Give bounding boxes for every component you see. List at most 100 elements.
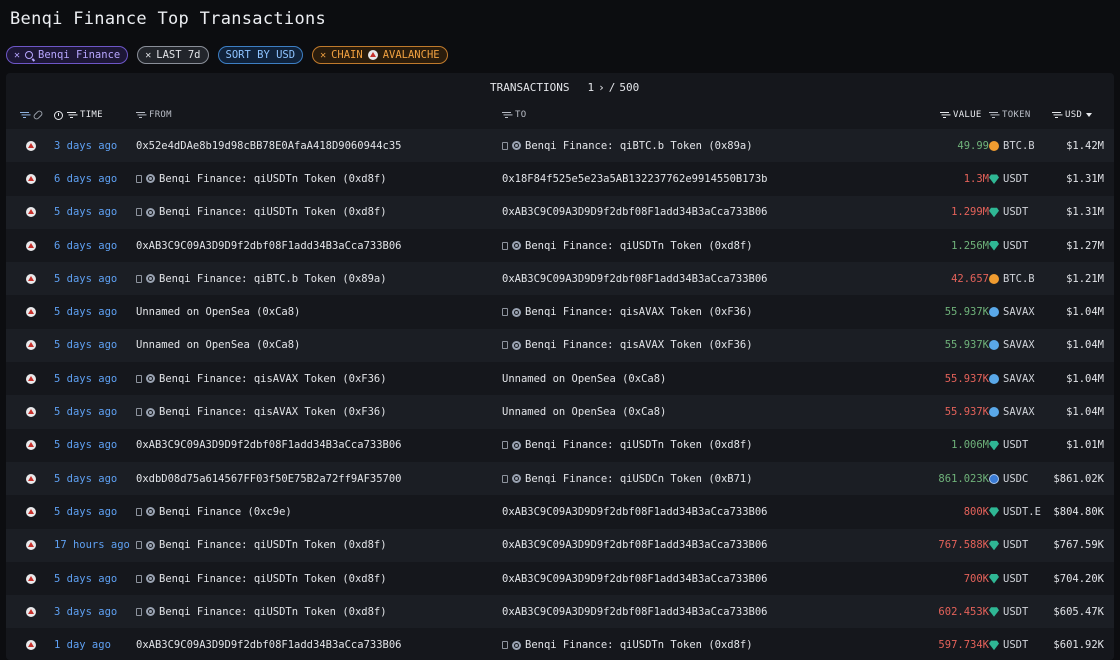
- to-address[interactable]: 0xAB3C9C09A3D9D9f2dbf08F1add34B3aCca733B…: [502, 506, 768, 518]
- table-row[interactable]: 5 days ago Benqi Finance (0xc9e) 0xAB3C9…: [6, 495, 1114, 529]
- table-row[interactable]: 5 days ago 0xAB3C9C09A3D9D9f2dbf08F1add3…: [6, 428, 1114, 462]
- from-address[interactable]: Benqi Finance: qisAVAX Token (0xF36): [159, 406, 387, 418]
- token-cell[interactable]: SAVAX: [989, 295, 1035, 328]
- to-address[interactable]: Benqi Finance: qiUSDCn Token (0xB71): [525, 473, 753, 485]
- to-address[interactable]: Benqi Finance: qiUSDTn Token (0xd8f): [525, 639, 753, 651]
- time-cell[interactable]: 5 days ago: [54, 495, 117, 528]
- from-cell[interactable]: 0xAB3C9C09A3D9D9f2dbf08F1add34B3aCca733B…: [136, 628, 402, 660]
- to-address[interactable]: Benqi Finance: qisAVAX Token (0xF36): [525, 306, 753, 318]
- filter-icon[interactable]: [940, 112, 949, 118]
- sort-filter-chip[interactable]: SORT BY USD: [217, 46, 304, 64]
- document-icon[interactable]: [136, 374, 142, 383]
- document-icon[interactable]: [502, 641, 508, 650]
- time-cell[interactable]: 6 days ago: [54, 229, 117, 262]
- time-cell[interactable]: 5 days ago: [54, 362, 117, 395]
- from-cell[interactable]: 0xAB3C9C09A3D9D9f2dbf08F1add34B3aCca733B…: [136, 229, 402, 262]
- from-cell[interactable]: Benqi Finance: qiUSDTn Token (0xd8f): [136, 562, 387, 595]
- document-icon[interactable]: [502, 241, 508, 250]
- document-icon[interactable]: [136, 408, 142, 417]
- from-address[interactable]: Benqi Finance: qiUSDTn Token (0xd8f): [159, 173, 387, 185]
- to-address[interactable]: 0xAB3C9C09A3D9D9f2dbf08F1add34B3aCca733B…: [502, 573, 768, 585]
- header-token[interactable]: TOKEN: [989, 110, 1031, 120]
- from-address[interactable]: Benqi Finance: qisAVAX Token (0xF36): [159, 373, 387, 385]
- table-row[interactable]: 3 days ago Benqi Finance: qiUSDTn Token …: [6, 595, 1114, 629]
- token-cell[interactable]: BTC.B: [989, 129, 1035, 162]
- token-cell[interactable]: USDT: [989, 628, 1028, 660]
- from-address[interactable]: 0xAB3C9C09A3D9D9f2dbf08F1add34B3aCca733B…: [136, 240, 402, 252]
- time-cell[interactable]: 6 days ago: [54, 162, 117, 195]
- to-address[interactable]: 0xAB3C9C09A3D9D9f2dbf08F1add34B3aCca733B…: [502, 273, 768, 285]
- time-cell[interactable]: 1 day ago: [54, 628, 111, 660]
- table-row[interactable]: 5 days ago Unnamed on OpenSea (0xCa8) Be…: [6, 328, 1114, 363]
- table-row[interactable]: 5 days ago 0xdbD08d75a614567FF03f50E75B2…: [6, 461, 1114, 496]
- time-link[interactable]: 5 days ago: [54, 573, 117, 585]
- time-link[interactable]: 5 days ago: [54, 439, 117, 451]
- table-row[interactable]: 5 days ago Benqi Finance: qisAVAX Token …: [6, 362, 1114, 396]
- to-address[interactable]: Benqi Finance: qiUSDTn Token (0xd8f): [525, 439, 753, 451]
- from-address[interactable]: 0xAB3C9C09A3D9D9f2dbf08F1add34B3aCca733B…: [136, 439, 402, 451]
- from-cell[interactable]: Benqi Finance (0xc9e): [136, 495, 292, 528]
- time-cell[interactable]: 3 days ago: [54, 595, 117, 628]
- to-address[interactable]: Unnamed on OpenSea (0xCa8): [502, 373, 666, 385]
- document-icon[interactable]: [502, 441, 508, 450]
- table-row[interactable]: 5 days ago Benqi Finance: qiUSDTn Token …: [6, 195, 1114, 229]
- to-cell[interactable]: Benqi Finance: qiUSDTn Token (0xd8f): [502, 628, 753, 660]
- document-icon[interactable]: [502, 308, 508, 317]
- time-cell[interactable]: 3 days ago: [54, 129, 117, 162]
- from-cell[interactable]: Benqi Finance: qiUSDTn Token (0xd8f): [136, 529, 387, 562]
- from-address[interactable]: Benqi Finance: qiUSDTn Token (0xd8f): [159, 606, 387, 618]
- time-link[interactable]: 17 hours ago: [54, 539, 130, 551]
- time-link[interactable]: 5 days ago: [54, 373, 117, 385]
- to-cell[interactable]: Benqi Finance: qiBTC.b Token (0x89a): [502, 129, 753, 162]
- to-address[interactable]: 0xAB3C9C09A3D9D9f2dbf08F1add34B3aCca733B…: [502, 206, 768, 218]
- from-cell[interactable]: 0x52e4dDAe8b19d98cBB78E0AfaA418D9060944c…: [136, 129, 402, 162]
- document-icon[interactable]: [136, 274, 142, 283]
- time-link[interactable]: 5 days ago: [54, 306, 117, 318]
- time-link[interactable]: 6 days ago: [54, 240, 117, 252]
- filter-icon[interactable]: [1052, 112, 1061, 118]
- to-cell[interactable]: Benqi Finance: qiUSDTn Token (0xd8f): [502, 429, 753, 462]
- time-link[interactable]: 3 days ago: [54, 140, 117, 152]
- table-row[interactable]: 1 day ago 0xAB3C9C09A3D9D9f2dbf08F1add34…: [6, 628, 1114, 660]
- token-cell[interactable]: USDC: [989, 462, 1028, 495]
- from-cell[interactable]: 0xdbD08d75a614567FF03f50E75B2a72ff9AF357…: [136, 462, 402, 495]
- to-address[interactable]: Benqi Finance: qiBTC.b Token (0x89a): [525, 140, 753, 152]
- token-cell[interactable]: USDT: [989, 562, 1028, 595]
- filter-icon[interactable]: [989, 112, 998, 118]
- from-address[interactable]: Unnamed on OpenSea (0xCa8): [136, 339, 300, 351]
- remove-filter-icon[interactable]: ✕: [145, 50, 151, 61]
- time-cell[interactable]: 5 days ago: [54, 462, 117, 495]
- time-cell[interactable]: 5 days ago: [54, 295, 117, 328]
- time-cell[interactable]: 5 days ago: [54, 262, 117, 295]
- header-value[interactable]: VALUE: [940, 110, 982, 120]
- from-address[interactable]: Benqi Finance: qiUSDTn Token (0xd8f): [159, 539, 387, 551]
- token-cell[interactable]: SAVAX: [989, 362, 1035, 395]
- header-from[interactable]: FROM: [136, 110, 172, 120]
- to-cell[interactable]: Benqi Finance: qiUSDTn Token (0xd8f): [502, 229, 753, 262]
- token-cell[interactable]: USDT: [989, 595, 1028, 628]
- to-address[interactable]: 0x18F84f525e5e23a5AB132237762e9914550B17…: [502, 173, 768, 185]
- from-address[interactable]: Benqi Finance: qiUSDTn Token (0xd8f): [159, 206, 387, 218]
- to-cell[interactable]: 0xAB3C9C09A3D9D9f2dbf08F1add34B3aCca733B…: [502, 196, 768, 229]
- to-cell[interactable]: Unnamed on OpenSea (0xCa8): [502, 362, 666, 395]
- table-row[interactable]: 6 days ago 0xAB3C9C09A3D9D9f2dbf08F1add3…: [6, 228, 1114, 263]
- from-address[interactable]: Benqi Finance (0xc9e): [159, 506, 292, 518]
- from-address[interactable]: Benqi Finance: qiUSDTn Token (0xd8f): [159, 573, 387, 585]
- time-link[interactable]: 5 days ago: [54, 273, 117, 285]
- token-cell[interactable]: USDT: [989, 229, 1028, 262]
- from-cell[interactable]: Benqi Finance: qiUSDTn Token (0xd8f): [136, 595, 387, 628]
- to-cell[interactable]: Benqi Finance: qisAVAX Token (0xF36): [502, 329, 753, 362]
- filter-icon[interactable]: [502, 112, 511, 118]
- token-cell[interactable]: USDT.E: [989, 495, 1041, 528]
- header-usd[interactable]: USD: [1052, 110, 1093, 120]
- to-cell[interactable]: 0xAB3C9C09A3D9D9f2dbf08F1add34B3aCca733B…: [502, 495, 768, 528]
- to-address[interactable]: Benqi Finance: qiUSDTn Token (0xd8f): [525, 240, 753, 252]
- from-address[interactable]: Unnamed on OpenSea (0xCa8): [136, 306, 300, 318]
- from-cell[interactable]: Benqi Finance: qisAVAX Token (0xF36): [136, 362, 387, 395]
- token-cell[interactable]: USDT: [989, 196, 1028, 229]
- document-icon[interactable]: [136, 574, 142, 583]
- to-cell[interactable]: 0xAB3C9C09A3D9D9f2dbf08F1add34B3aCca733B…: [502, 595, 768, 628]
- to-address[interactable]: Benqi Finance: qisAVAX Token (0xF36): [525, 339, 753, 351]
- token-cell[interactable]: USDT: [989, 162, 1028, 195]
- time-link[interactable]: 5 days ago: [54, 339, 117, 351]
